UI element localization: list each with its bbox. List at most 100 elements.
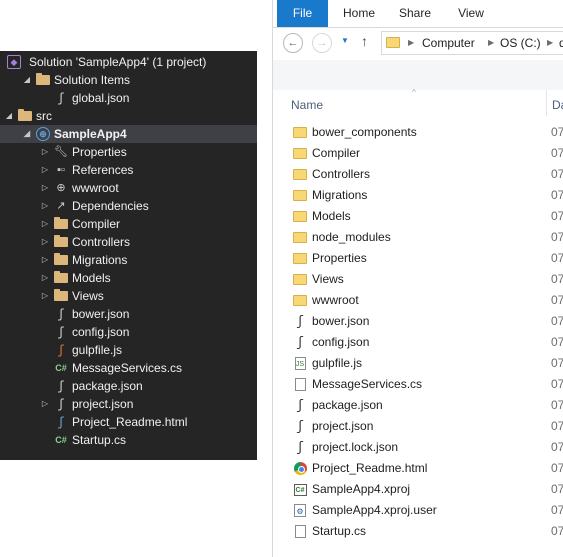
up-button[interactable]: ↑ — [361, 33, 368, 49]
tree-item-label: src — [36, 109, 52, 123]
tree-item[interactable]: ▷ Migrations — [0, 251, 257, 269]
column-name[interactable]: Name — [291, 98, 323, 112]
document-icon — [292, 523, 308, 540]
file-row[interactable]: ʃ project.lock.json 07 — [273, 437, 563, 458]
file-row[interactable]: Controllers 07 — [273, 164, 563, 185]
tree-item[interactable]: ʃ bower.json — [0, 305, 257, 323]
column-date[interactable]: Da — [552, 98, 563, 112]
tree-item-label: Compiler — [72, 217, 121, 231]
tab-view[interactable]: View — [445, 0, 497, 27]
tree-item-label: bower.json — [72, 307, 130, 321]
file-row[interactable]: Project_Readme.html 07 — [273, 458, 563, 479]
file-row[interactable]: wwwroot 07 — [273, 290, 563, 311]
file-row[interactable]: node_modules 07 — [273, 227, 563, 248]
expand-arrow-icon[interactable]: ▷ — [40, 287, 50, 305]
file-date: 07 — [551, 272, 563, 286]
file-date: 07 — [551, 314, 563, 328]
tab-share[interactable]: Share — [389, 0, 441, 27]
column-header: ^ Name Da — [273, 88, 563, 116]
file-name: wwwroot — [312, 293, 359, 307]
file-row[interactable]: bower_components 07 — [273, 122, 563, 143]
file-row[interactable]: Compiler 07 — [273, 143, 563, 164]
expand-arrow-icon[interactable]: ▷ — [40, 197, 50, 215]
tree-item[interactable]: ʃ gulpfile.js — [0, 341, 257, 359]
tree-item[interactable]: ◢ ⊕ SampleApp4 — [0, 125, 257, 143]
file-date: 07 — [551, 335, 563, 349]
arrow-up-icon: ↑ — [361, 33, 368, 49]
recent-locations-button[interactable]: ▼ — [341, 36, 349, 45]
file-name: package.json — [312, 398, 383, 412]
expand-arrow-icon[interactable]: ▷ — [40, 215, 50, 233]
file-row[interactable]: Views 07 — [273, 269, 563, 290]
tree-item[interactable]: ▷ Models — [0, 269, 257, 287]
folder-icon — [292, 208, 308, 225]
collapse-arrow-icon[interactable]: ◢ — [4, 107, 14, 125]
expand-arrow-icon[interactable]: ▷ — [40, 395, 50, 413]
tree-item[interactable]: ▷ ʃ project.json — [0, 395, 257, 413]
file-row[interactable]: C# SampleApp4.xproj 07 — [273, 479, 563, 500]
file-row[interactable]: ʃ bower.json 07 — [273, 311, 563, 332]
expand-arrow-icon[interactable]: ▷ — [40, 179, 50, 197]
json-file-icon: ʃ — [296, 314, 304, 329]
tree-item[interactable]: ◢ Solution Items — [0, 71, 257, 89]
tree-item[interactable]: ▷ ⊕ wwwroot — [0, 179, 257, 197]
collapse-arrow-icon[interactable]: ◢ — [22, 71, 32, 89]
tree-item[interactable]: ▷ ▪▫ References — [0, 161, 257, 179]
arrow-right-icon: → — [316, 37, 328, 49]
expand-arrow-icon[interactable]: ▷ — [40, 161, 50, 179]
file-row[interactable]: ʃ project.json 07 — [273, 416, 563, 437]
file-date: 07 — [551, 524, 563, 538]
folder-icon — [292, 271, 308, 288]
tree-item[interactable]: ▷ ↗ Dependencies — [0, 197, 257, 215]
tree-item[interactable]: ʃ global.json — [0, 89, 257, 107]
json-file-icon: ʃ — [296, 440, 304, 455]
tree-item[interactable]: ◆ Solution 'SampleApp4' (1 project) — [0, 53, 257, 71]
web-project-icon: ⊕ — [35, 125, 51, 143]
file-name: Views — [312, 272, 344, 286]
tree-item[interactable]: ʃ Project_Readme.html — [0, 413, 257, 431]
tree-item-label: Solution Items — [54, 73, 131, 87]
tab-file[interactable]: File — [277, 0, 328, 27]
file-row[interactable]: MessageServices.cs 07 — [273, 374, 563, 395]
file-date: 07 — [551, 440, 563, 454]
tab-home[interactable]: Home — [333, 0, 385, 27]
file-row[interactable]: Startup.cs 07 — [273, 521, 563, 542]
forward-button[interactable]: → — [312, 33, 332, 53]
address-path-box[interactable]: ▶ Computer ▶ OS (C:) ▶ d — [381, 31, 563, 55]
tree-item[interactable]: ʃ config.json — [0, 323, 257, 341]
tree-item[interactable]: ʃ package.json — [0, 377, 257, 395]
expand-arrow-icon[interactable]: ▷ — [40, 143, 50, 161]
file-row[interactable]: JS gulpfile.js 07 — [273, 353, 563, 374]
column-divider[interactable] — [546, 90, 547, 116]
tree-item[interactable]: ▷ Controllers — [0, 233, 257, 251]
references-icon: ▪▫ — [57, 164, 65, 176]
tree-item[interactable]: ▷ 🔧︎ Properties — [0, 143, 257, 161]
breadcrumb-next[interactable]: d — [559, 32, 563, 54]
file-name: Project_Readme.html — [312, 461, 428, 475]
file-row[interactable]: Migrations 07 — [273, 185, 563, 206]
file-name: node_modules — [312, 230, 391, 244]
expand-arrow-icon[interactable]: ▷ — [40, 269, 50, 287]
breadcrumb-drive[interactable]: OS (C:) — [500, 32, 541, 54]
collapse-arrow-icon[interactable]: ◢ — [22, 125, 32, 143]
file-row[interactable]: ⚙ SampleApp4.xproj.user 07 — [273, 500, 563, 521]
breadcrumb-computer[interactable]: Computer — [422, 32, 475, 54]
file-name: bower.json — [312, 314, 370, 328]
sort-ascending-icon: ^ — [412, 88, 416, 97]
expand-arrow-icon[interactable]: ▷ — [40, 233, 50, 251]
file-row[interactable]: ʃ package.json 07 — [273, 395, 563, 416]
file-row[interactable]: Models 07 — [273, 206, 563, 227]
tree-item[interactable]: ◢ src — [0, 107, 257, 125]
tree-item-label: gulpfile.js — [72, 343, 123, 357]
tree-item[interactable]: ▷ Views — [0, 287, 257, 305]
ribbon-tabs: File Home Share View — [273, 0, 563, 28]
back-button[interactable]: ← — [283, 33, 303, 53]
expand-arrow-icon[interactable]: ▷ — [40, 251, 50, 269]
tree-item[interactable]: ▷ Compiler — [0, 215, 257, 233]
tree-item[interactable]: C# Startup.cs — [0, 431, 257, 449]
file-row[interactable]: Properties 07 — [273, 248, 563, 269]
file-row[interactable]: ʃ config.json 07 — [273, 332, 563, 353]
tree-item-label: Startup.cs — [72, 433, 127, 447]
csharp-file-icon: C# — [55, 363, 67, 373]
tree-item[interactable]: C# MessageServices.cs — [0, 359, 257, 377]
